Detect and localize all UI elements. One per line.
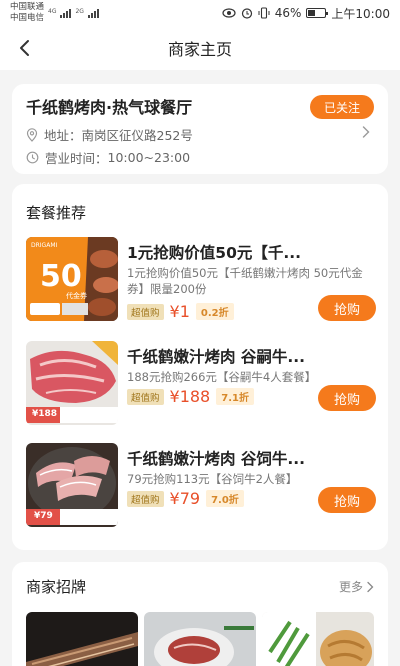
address-label: 地址： bbox=[44, 128, 82, 143]
deal-description: 1元抢购价值50元【千纸鹤嫩汁烤肉 50元代金券】限量200份 bbox=[127, 266, 363, 296]
clock-icon bbox=[26, 151, 39, 164]
chevron-right-icon[interactable] bbox=[362, 125, 370, 139]
carrier-names: 中国联通 中国电信 bbox=[10, 2, 44, 24]
discount-badge: 7.1折 bbox=[216, 388, 254, 405]
network-type-2: 2G bbox=[75, 8, 84, 15]
address-value: 南岗区征仪路252号 bbox=[81, 128, 193, 143]
deal-title: 千纸鹤嫩汁烤肉 谷饲牛... bbox=[127, 450, 306, 468]
deal-price-row: 超值购 ¥188 7.1折 bbox=[127, 387, 254, 406]
deal-item[interactable]: ¥188 千纸鹤嫩汁烤肉 谷嗣牛... 188元抢购266元【谷嗣牛4人套餐】 … bbox=[26, 341, 376, 433]
deal-image-voucher: DRIGAMI 50 代金券 bbox=[26, 237, 118, 321]
deal-price: ¥188 bbox=[169, 387, 211, 406]
signature-dish-image[interactable] bbox=[144, 612, 256, 666]
image-price-tag: ¥79 bbox=[34, 511, 53, 521]
page-title: 商家主页 bbox=[167, 40, 232, 59]
deal-title: 1元抢购价值50元【千... bbox=[127, 244, 302, 262]
network-type-1: 4G bbox=[48, 8, 57, 15]
discount-badge: 0.2折 bbox=[195, 303, 234, 320]
voucher-brand: DRIGAMI bbox=[31, 242, 58, 249]
deal-price-row: 超值购 ¥1 0.2折 bbox=[127, 302, 234, 321]
deal-image-meat-platter: ¥188 bbox=[26, 341, 118, 425]
packages-section-title: 套餐推荐 bbox=[26, 204, 87, 222]
discount-badge: 7.0折 bbox=[206, 490, 244, 507]
signal-icon bbox=[60, 8, 72, 18]
battery-percent: 46% bbox=[274, 6, 302, 20]
deal-item[interactable]: ¥79 千纸鹤嫩汁烤肉 谷饲牛... 79元抢购113元【谷饲牛2人餐】 超值购… bbox=[26, 443, 376, 535]
hours-label: 营业时间： bbox=[45, 151, 108, 166]
signature-dishes-card: 商家招牌 更多 bbox=[12, 562, 388, 666]
value-badge: 超值购 bbox=[127, 490, 164, 507]
signature-dish-image[interactable] bbox=[26, 612, 138, 666]
hours-value: 10:00~23:00 bbox=[107, 150, 191, 165]
deal-title: 千纸鹤嫩汁烤肉 谷嗣牛... bbox=[127, 348, 306, 366]
signature-dish-image[interactable] bbox=[262, 612, 374, 666]
status-bar: 中国联通 中国电信 4G 2G 46% 上午10:00 bbox=[0, 0, 400, 26]
deal-image-beef-slices: ¥79 bbox=[26, 443, 118, 527]
back-arrow-icon bbox=[20, 40, 29, 56]
buy-button[interactable]: 抢购 bbox=[318, 385, 376, 411]
chevron-right-icon bbox=[367, 581, 374, 592]
more-link[interactable]: 更多 bbox=[339, 578, 374, 595]
battery-icon bbox=[306, 8, 329, 18]
carrier-1: 中国联通 bbox=[10, 2, 45, 12]
nav-bar: 商家主页 bbox=[0, 26, 400, 70]
follow-button[interactable]: 已关注 bbox=[310, 95, 374, 119]
deal-item[interactable]: DRIGAMI 50 代金券 1元抢购价值50元【千... 1元抢购价值50元【… bbox=[26, 237, 376, 329]
more-label: 更多 bbox=[338, 580, 363, 594]
voucher-amount: 50 bbox=[40, 259, 82, 294]
clock-time: 上午10:00 bbox=[331, 6, 390, 21]
deal-price: ¥1 bbox=[169, 302, 190, 321]
buy-button[interactable]: 抢购 bbox=[318, 295, 376, 321]
eye-icon bbox=[222, 8, 236, 18]
voucher-label: 代金券 bbox=[66, 292, 87, 300]
deal-price: ¥79 bbox=[169, 489, 201, 508]
signal-indicators: 4G 2G bbox=[48, 8, 99, 18]
back-button[interactable] bbox=[12, 36, 36, 60]
packages-card: 套餐推荐 DRIGAMI 50 代金券 1元抢购价值50元【千... 1元抢购价… bbox=[12, 184, 388, 550]
shop-hours-row: 营业时间： 10:00~23:00 bbox=[26, 148, 190, 167]
carrier-2: 中国电信 bbox=[10, 13, 45, 23]
deal-price-row: 超值购 ¥79 7.0折 bbox=[127, 489, 244, 508]
shop-name: 千纸鹤烤肉·热气球餐厅 bbox=[26, 98, 193, 117]
signature-section-title: 商家招牌 bbox=[26, 578, 87, 596]
image-price-tag: ¥188 bbox=[32, 409, 58, 419]
shop-info-card: 千纸鹤烤肉·热气球餐厅 已关注 地址： 南岗区征仪路252号 营业时间： 10:00… bbox=[12, 84, 388, 174]
signal-icon bbox=[87, 8, 99, 18]
shop-address-row[interactable]: 地址： 南岗区征仪路252号 bbox=[26, 125, 193, 144]
buy-button[interactable]: 抢购 bbox=[318, 487, 376, 513]
value-badge: 超值购 bbox=[127, 388, 164, 405]
alarm-icon bbox=[241, 8, 252, 19]
vibrate-icon bbox=[258, 7, 270, 19]
deal-description: 79元抢购113元【谷饲牛2人餐】 bbox=[127, 472, 298, 486]
deal-description: 188元抢购266元【谷嗣牛4人套餐】 bbox=[127, 370, 317, 384]
value-badge: 超值购 bbox=[127, 303, 164, 320]
location-pin-icon bbox=[26, 127, 38, 142]
